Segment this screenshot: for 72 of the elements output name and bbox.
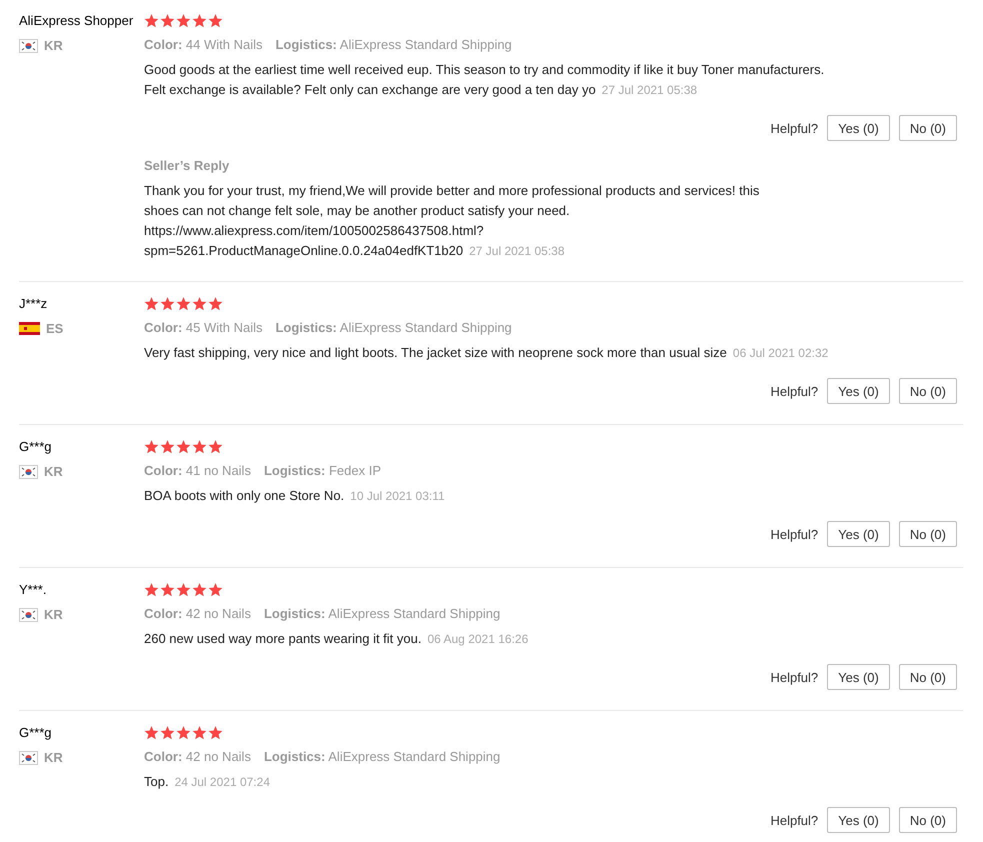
star-icon xyxy=(144,440,159,454)
star-icon xyxy=(176,14,191,28)
star-icon xyxy=(160,297,175,311)
review-text: BOA boots with only one Store No. 10 Jul 2021 03:11 xyxy=(144,487,446,505)
helpful-no-button[interactable]: No (0) xyxy=(898,521,957,547)
reviewer-name: G***g xyxy=(19,724,53,742)
reviewer-name: J***z xyxy=(19,295,48,313)
reviewer-name: AliExpress Shopper xyxy=(19,12,134,30)
star-icon xyxy=(208,440,223,454)
review-text: Very fast shipping, very nice and light boots. The jacket size with neoprene sock more than usual size 06 Jul 2021 02:32 xyxy=(144,344,830,362)
product-attribute: Logistics: AliExpress Standard Shipping xyxy=(264,748,500,766)
helpful-yes-button[interactable]: Yes (0) xyxy=(827,664,890,690)
product-attribute: Color: 45 With Nails xyxy=(144,319,262,337)
flag-icon xyxy=(19,750,38,764)
star-icon xyxy=(176,440,191,454)
helpful-yes-button[interactable]: Yes (0) xyxy=(827,378,890,404)
country-code: KR xyxy=(44,750,63,765)
helpful-label: Helpful? xyxy=(770,526,818,542)
country-code: KR xyxy=(44,464,63,479)
flag-icon xyxy=(19,608,38,622)
review-text: 260 new used way more pants wearing it fit you. 06 Aug 2021 16:26 xyxy=(144,630,530,648)
seller-reply-title: Seller’s Reply xyxy=(144,157,230,175)
star-icon xyxy=(208,583,223,597)
star-icon xyxy=(160,726,175,740)
review-text: Top. 24 Jul 2021 07:24 xyxy=(144,773,271,791)
product-attribute: Color: 42 no Nails xyxy=(144,748,251,766)
helpful-no-button[interactable]: No (0) xyxy=(898,115,957,141)
star-icon xyxy=(144,583,159,597)
reviewer-name: G***g xyxy=(19,438,53,456)
product-attribute: Color: 41 no Nails xyxy=(144,462,251,480)
helpful-no-button[interactable]: No (0) xyxy=(898,807,957,833)
product-attribute: Logistics: AliExpress Standard Shipping xyxy=(264,605,500,623)
helpful-yes-button[interactable]: Yes (0) xyxy=(827,807,890,833)
reviewer-name: Y***. xyxy=(19,581,48,599)
star-icon xyxy=(160,14,175,28)
helpful-no-button[interactable]: No (0) xyxy=(898,664,957,690)
product-attribute: Color: 42 no Nails xyxy=(144,605,251,623)
star-icon xyxy=(192,440,207,454)
helpful-label: Helpful? xyxy=(770,120,818,136)
flag-icon xyxy=(19,464,38,478)
country-code: KR xyxy=(44,38,63,53)
product-attribute: Logistics: Fedex IP xyxy=(264,462,382,480)
product-attribute: Color: 44 With Nails xyxy=(144,36,262,54)
star-icon xyxy=(192,14,207,28)
product-attribute: Logistics: AliExpress Standard Shipping xyxy=(275,36,512,54)
star-icon xyxy=(176,297,191,311)
star-icon xyxy=(176,583,191,597)
country-code: ES xyxy=(46,321,64,336)
flag-icon xyxy=(19,322,40,335)
star-icon xyxy=(144,14,159,28)
helpful-label: Helpful? xyxy=(770,670,818,684)
star-icon xyxy=(160,440,175,454)
star-icon xyxy=(208,297,223,311)
star-icon xyxy=(192,726,207,740)
star-icon xyxy=(192,583,207,597)
star-icon xyxy=(208,14,223,28)
country-code: KR xyxy=(44,607,63,622)
star-icon xyxy=(208,726,223,740)
star-icon xyxy=(144,726,159,740)
star-icon xyxy=(176,726,191,740)
flag-icon xyxy=(19,38,38,52)
helpful-label: Helpful? xyxy=(770,384,818,398)
helpful-yes-button[interactable]: Yes (0) xyxy=(827,521,890,547)
star-icon xyxy=(160,583,175,597)
product-attribute: Logistics: AliExpress Standard Shipping xyxy=(275,319,512,337)
helpful-no-button[interactable]: No (0) xyxy=(898,378,957,404)
star-icon xyxy=(192,297,207,311)
seller-reply-text: Thank you for your trust, my friend,We will provide better and more professional products and services! this shoes can not change felt sole, may be another product satisfy your need. https://www.aliexpress.com/item/1005002586437508.html? spm=5261.ProductManageOnline.0.0.24a04edfKT1b20 27 Jul 2021 05:38 xyxy=(144,182,760,260)
review-text: Good goods at the earliest time well received eup. This season to try and commodity if like it buy Toner manufacturers. Felt exchange is available? Felt only can exchange are very good a ten day yo 27 Jul 2021 05:38 xyxy=(144,61,826,99)
helpful-label: Helpful? xyxy=(770,812,818,828)
helpful-yes-button[interactable]: Yes (0) xyxy=(827,115,890,141)
star-icon xyxy=(144,297,159,311)
